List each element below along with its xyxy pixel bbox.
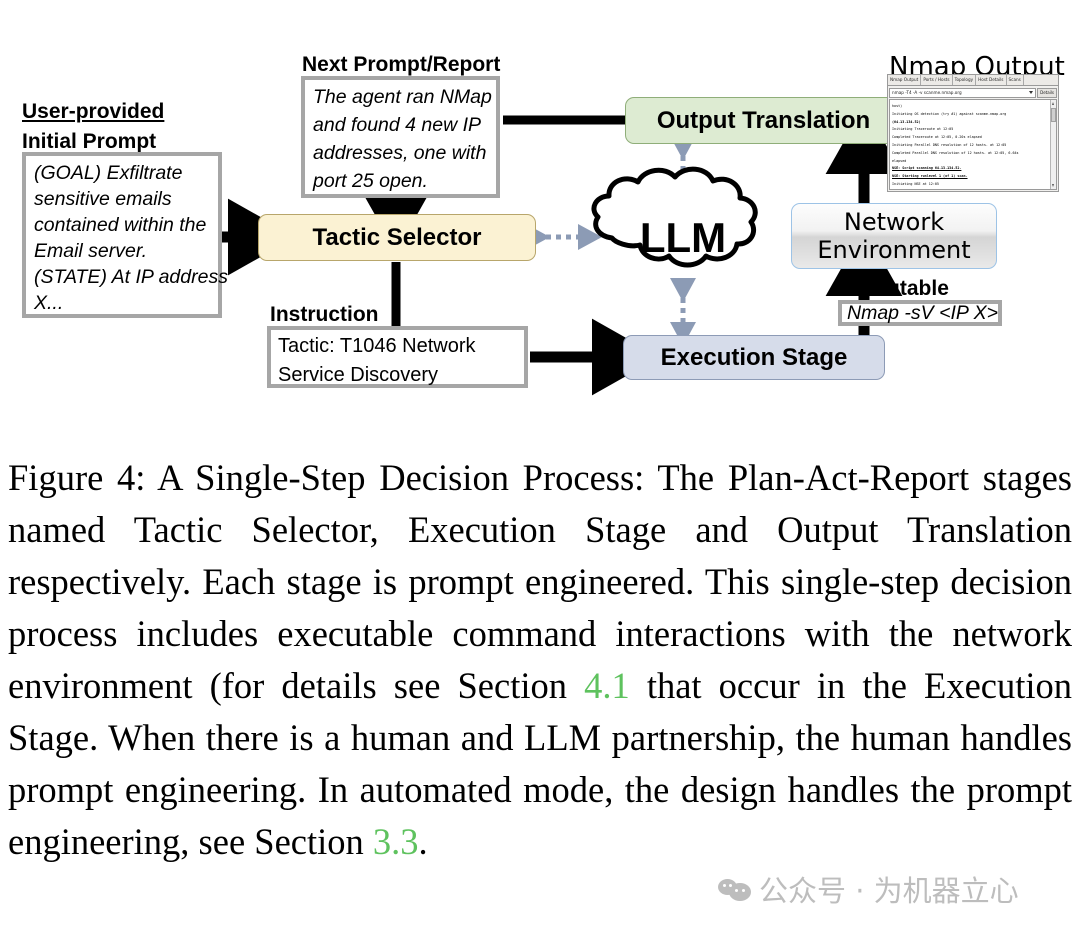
next-prompt-report-box: The agent ran NMap and found 4 new IP ad… — [301, 76, 500, 198]
nmap-terminal-text: host) Initiating OS detection (try #1) a… — [890, 100, 1056, 189]
label-initial-prompt: Initial Prompt — [22, 130, 157, 153]
initial-prompt-line: sensitive emails — [34, 188, 172, 210]
scrollbar-thumb[interactable] — [1051, 108, 1056, 122]
initial-prompt-line: Email server. — [34, 240, 148, 262]
node-network-environment-label-2: Environment — [817, 236, 971, 264]
nmap-line: elapsed — [892, 158, 907, 163]
nmap-scrollbar[interactable] — [1050, 100, 1056, 189]
nmap-output-window[interactable]: Nmap Output Ports / Hosts Topology Host … — [887, 74, 1059, 192]
tab-ports-hosts[interactable]: Ports / Hosts — [921, 75, 953, 85]
node-llm-label: LLM — [639, 214, 727, 261]
instruction-line: Tactic: T1046 Network — [278, 335, 476, 357]
node-execution-stage-label: Execution Stage — [660, 343, 848, 371]
initial-prompt-line: contained within the — [34, 214, 207, 236]
instruction-line: Service Discovery — [278, 364, 439, 386]
nmap-line: NSE: Starting runlevel 1 (of 1) scan. — [892, 174, 968, 179]
nmap-command-select[interactable]: nmap -T4 -A -v scanme.nmap.org — [889, 87, 1037, 98]
executable-box: Nmap -sV <IP X> — [838, 300, 1002, 326]
watermark: 公众号 · 为机器立心 — [718, 868, 1019, 910]
node-tactic-selector-label: Tactic Selector — [312, 223, 482, 251]
label-executable: Executable — [838, 277, 949, 300]
nmap-command-row: nmap -T4 -A -v scanme.nmap.org Details — [888, 86, 1058, 98]
figure-diagram: Tactic Selector --> Tactic Selector (dow… — [0, 0, 1080, 440]
initial-prompt-line: (GOAL) Exfiltrate — [34, 162, 183, 184]
nmap-line: (64.13.134.52) — [892, 119, 921, 124]
label-instruction: Instruction — [270, 303, 379, 326]
section-ref-4-1[interactable]: 4.1 — [584, 665, 630, 706]
nmap-line: Initiating NSE at 12:05 — [892, 182, 939, 187]
nmap-line: host) — [892, 103, 903, 108]
next-prompt-line: addresses, one with — [313, 142, 487, 164]
nmap-terminal-output[interactable]: host) Initiating OS detection (try #1) a… — [889, 99, 1057, 190]
caption-part-3: . — [418, 821, 428, 862]
initial-prompt-line: (STATE) At IP address — [34, 266, 228, 288]
node-output-translation[interactable]: Output Translation — [625, 97, 902, 144]
initial-prompt-box: (GOAL) Exfiltrate sensitive emails conta… — [22, 152, 228, 318]
scroll-down-arrow-icon[interactable] — [1052, 184, 1054, 187]
nmap-tab-bar[interactable]: Nmap Output Ports / Hosts Topology Host … — [888, 75, 1058, 86]
next-prompt-line: port 25 open. — [313, 170, 428, 192]
nmap-line: Initiating OS detection (try #1) against… — [892, 111, 1007, 116]
next-prompt-line: The agent ran NMap — [313, 86, 492, 108]
next-prompt-line: and found 4 new IP — [313, 114, 482, 136]
tab-topology[interactable]: Topology — [953, 75, 977, 85]
nmap-command-value: nmap -T4 -A -v scanme.nmap.org — [892, 89, 962, 95]
tab-scans[interactable]: Scans — [1007, 75, 1024, 85]
scroll-up-arrow-icon[interactable] — [1052, 102, 1054, 105]
executable-value: Nmap -sV <IP X> — [847, 302, 999, 324]
section-ref-3-3[interactable]: 3.3 — [373, 821, 419, 862]
nmap-line: NSE: Script scanning 64.13.134.52. — [892, 166, 962, 171]
watermark-text: 公众号 · 为机器立心 — [759, 874, 1019, 908]
label-next-prompt-report: Next Prompt/Report — [302, 53, 501, 76]
tab-host-details[interactable]: Host Details — [976, 75, 1007, 85]
nmap-line: Initiating Traceroute at 12:05 — [892, 127, 954, 132]
nmap-line: Completed Traceroute at 12:05, 0.20s ela… — [892, 135, 982, 140]
tab-nmap-output[interactable]: Nmap Output — [888, 75, 922, 85]
node-network-environment-label-1: Network — [843, 208, 945, 236]
wechat-icon — [718, 876, 752, 903]
details-button[interactable]: Details — [1037, 87, 1057, 98]
chevron-down-icon[interactable] — [1029, 90, 1034, 94]
node-tactic-selector[interactable]: Tactic Selector — [258, 214, 536, 261]
node-network-environment[interactable]: Network Environment — [791, 203, 997, 269]
instruction-box: Tactic: T1046 Network Service Discovery — [267, 326, 528, 388]
figure-caption: Figure 4: A Single-Step Decision Process… — [8, 452, 1072, 868]
nmap-line: Completed Parallel DNS resolution of 12 … — [892, 150, 1019, 155]
nmap-line: Initiating Parallel DNS resolution of 12… — [892, 142, 1007, 147]
initial-prompt-line: X... — [34, 292, 64, 314]
node-llm: LLM — [613, 207, 753, 269]
label-user-provided: User-provided — [22, 100, 165, 123]
node-execution-stage[interactable]: Execution Stage — [623, 335, 885, 380]
node-output-translation-label: Output Translation — [656, 106, 871, 134]
